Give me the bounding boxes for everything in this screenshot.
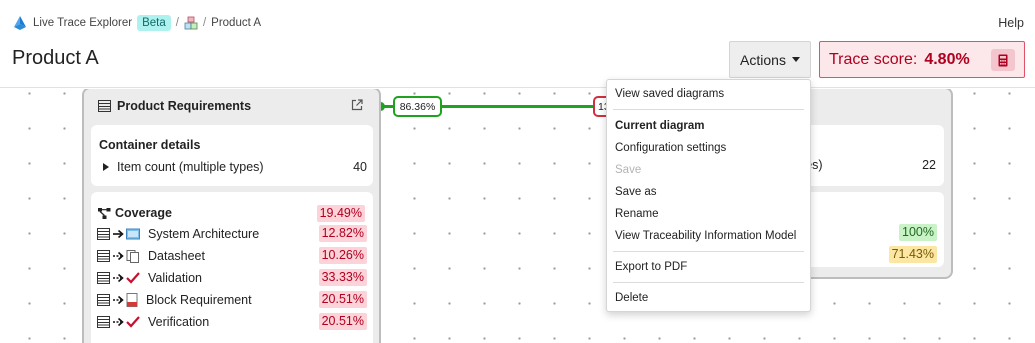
coverage-row-value: 33.33% bbox=[318, 269, 367, 286]
documents-icon bbox=[126, 249, 140, 263]
coverage-card: Coverage 19.49% System Architecture 12.8… bbox=[91, 192, 373, 343]
table-icon bbox=[98, 100, 111, 112]
dashed-arrow-icon bbox=[112, 317, 124, 327]
menu-divider bbox=[613, 282, 804, 283]
dashed-arrow-icon bbox=[112, 273, 124, 283]
coverage-row[interactable]: Verification 20.51% bbox=[97, 313, 367, 331]
container-secondary[interactable]: ypes) 22 100% 71.43% bbox=[790, 89, 953, 279]
coverage-row-label: Verification bbox=[148, 315, 210, 329]
breadcrumb-current: Product A bbox=[211, 17, 262, 29]
calculator-button[interactable] bbox=[991, 49, 1015, 71]
connector-label[interactable]: 86.36% bbox=[393, 96, 442, 117]
coverage-row[interactable]: System Architecture 12.82% bbox=[97, 225, 367, 243]
page-title: Product A bbox=[12, 47, 99, 69]
coverage-row-value: 20.51% bbox=[318, 313, 367, 330]
beta-badge: Beta bbox=[137, 15, 171, 31]
container-details-card: ypes) 22 bbox=[792, 125, 944, 186]
coverage-row-value: 71.43% bbox=[888, 246, 937, 263]
menu-item-view-saved-diagrams[interactable]: View saved diagrams bbox=[615, 88, 724, 100]
help-link[interactable]: Help bbox=[998, 16, 1024, 30]
coverage-row-value: 12.82% bbox=[318, 225, 367, 242]
item-count-row[interactable]: Item count (multiple types) 40 bbox=[103, 160, 367, 174]
coverage-row-value: 100% bbox=[899, 224, 937, 241]
coverage-row-label: Block Requirement bbox=[146, 293, 252, 307]
app-name-link[interactable]: Live Trace Explorer bbox=[33, 17, 132, 29]
coverage-card: 100% 71.43% bbox=[792, 192, 944, 267]
item-count-label: Item count (multiple types) bbox=[117, 160, 264, 174]
actions-label: Actions bbox=[740, 51, 786, 68]
trace-score-value: 4.80% bbox=[924, 50, 970, 68]
container-header: Product Requirements bbox=[84, 89, 379, 123]
table-icon bbox=[97, 272, 110, 284]
coverage-heading: Coverage bbox=[98, 206, 172, 220]
coverage-row[interactable]: Block Requirement 20.51% bbox=[97, 291, 367, 309]
menu-item-save-as[interactable]: Save as bbox=[615, 186, 657, 198]
dashed-arrow-icon bbox=[112, 295, 124, 305]
hierarchy-icon bbox=[98, 207, 111, 219]
table-icon bbox=[97, 294, 110, 306]
menu-item-delete[interactable]: Delete bbox=[615, 292, 648, 304]
menu-item-configuration-settings[interactable]: Configuration settings bbox=[615, 142, 726, 154]
coverage-row-label: System Architecture bbox=[148, 227, 260, 241]
breadcrumb-separator: / bbox=[175, 17, 179, 29]
item-count-value: 40 bbox=[353, 160, 367, 174]
trace-score-panel: Trace score: 4.80% bbox=[819, 41, 1025, 78]
trace-score-label: Trace score: bbox=[829, 50, 918, 68]
checkmark-icon bbox=[126, 272, 140, 284]
coverage-row-value: 10.26% bbox=[318, 247, 367, 264]
container-title: Product Requirements bbox=[117, 99, 252, 113]
details-title: Container details bbox=[99, 138, 201, 152]
coverage-total-badge: 19.49% bbox=[316, 205, 365, 222]
menu-divider bbox=[613, 251, 804, 252]
container-product-requirements[interactable]: Product Requirements Container details I… bbox=[82, 89, 381, 343]
menu-item-view-traceability-information-model[interactable]: View Traceability Information Model bbox=[615, 230, 796, 242]
coverage-row-value: 20.51% bbox=[318, 291, 367, 308]
coverage-title: Coverage bbox=[115, 206, 172, 220]
external-link-icon[interactable] bbox=[351, 99, 363, 111]
coverage-row-label: Datasheet bbox=[148, 249, 205, 263]
item-count-value: 22 bbox=[922, 158, 936, 172]
table-icon bbox=[97, 316, 110, 328]
container-details-card: Container details Item count (multiple t… bbox=[91, 125, 373, 186]
table-icon bbox=[97, 228, 110, 240]
diagram-canvas[interactable]: 86.36% 13 Product Requirements Container… bbox=[0, 89, 1035, 343]
project-icon[interactable] bbox=[184, 16, 198, 30]
actions-button[interactable]: Actions bbox=[729, 41, 811, 78]
calculator-icon bbox=[998, 54, 1008, 66]
expand-triangle-icon[interactable] bbox=[103, 163, 109, 171]
menu-item-rename[interactable]: Rename bbox=[615, 208, 658, 220]
menu-item-export-to-pdf[interactable]: Export to PDF bbox=[615, 261, 687, 273]
dashed-arrow-icon bbox=[112, 251, 124, 261]
solid-arrow-icon bbox=[112, 229, 124, 239]
top-bar: Live Trace Explorer Beta / / Product A H… bbox=[0, 0, 1035, 88]
caret-down-icon bbox=[791, 57, 800, 62]
actions-dropdown-menu: View saved diagrams Current diagram Conf… bbox=[606, 79, 811, 312]
coverage-row-label: Validation bbox=[148, 271, 202, 285]
pdf-document-icon bbox=[126, 293, 138, 307]
menu-item-save: Save bbox=[615, 164, 642, 176]
menu-heading-current-diagram: Current diagram bbox=[615, 120, 705, 132]
coverage-row[interactable]: Datasheet 10.26% bbox=[97, 247, 367, 265]
table-icon bbox=[97, 250, 110, 262]
coverage-row[interactable]: Validation 33.33% bbox=[97, 269, 367, 287]
folder-icon bbox=[126, 228, 140, 240]
checkmark-icon bbox=[126, 316, 140, 328]
breadcrumb-separator: / bbox=[202, 17, 207, 29]
menu-divider bbox=[613, 109, 804, 110]
app-logo-icon bbox=[14, 16, 26, 30]
breadcrumb: Live Trace Explorer Beta / / Product A bbox=[12, 13, 261, 33]
